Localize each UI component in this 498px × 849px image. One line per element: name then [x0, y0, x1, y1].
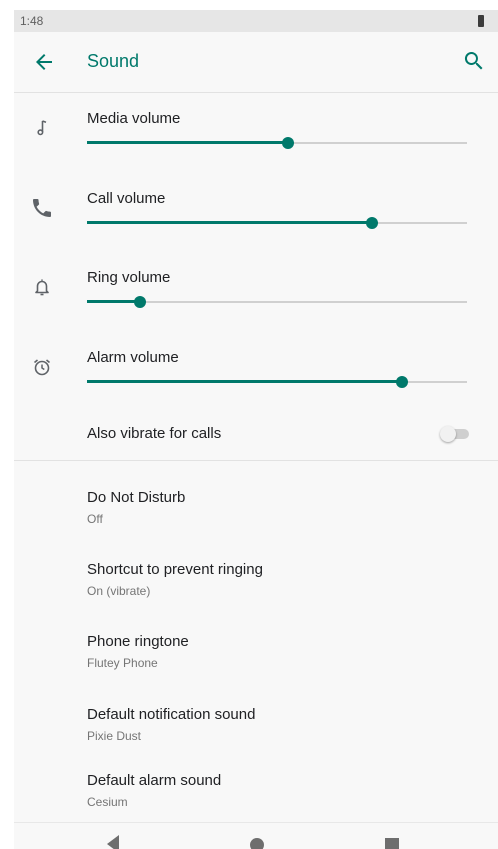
battery-icon: [478, 15, 484, 27]
vibrate-toggle[interactable]: [440, 426, 470, 442]
search-icon[interactable]: [462, 49, 486, 73]
item-title: Default notification sound: [87, 706, 256, 723]
slider-fill: [87, 141, 289, 144]
item-title: Shortcut to prevent ringing: [87, 561, 263, 578]
page-title: Sound: [87, 51, 140, 71]
vibrate-for-calls-label: Also vibrate for calls: [87, 425, 222, 442]
slider-thumb[interactable]: [396, 376, 409, 388]
status-time: 1:48: [20, 14, 44, 28]
item-subtitle: Flutey Phone: [87, 656, 158, 670]
ring-volume-label: Ring volume: [87, 269, 171, 286]
item-subtitle: Cesium: [87, 795, 128, 809]
media-volume-label: Media volume: [87, 110, 181, 127]
call-volume-slider[interactable]: [87, 215, 467, 231]
do-not-disturb-item[interactable]: Do Not Disturb Off: [14, 470, 498, 542]
item-subtitle: Pixie Dust: [87, 729, 142, 743]
item-subtitle: On (vibrate): [87, 584, 151, 598]
slider-fill: [87, 300, 141, 303]
media-volume-row: Media volume: [14, 92, 498, 170]
alarm-volume-label: Alarm volume: [87, 349, 179, 366]
media-volume-slider[interactable]: [87, 135, 467, 151]
arrow-left-icon[interactable]: [32, 50, 56, 74]
nav-back-icon[interactable]: [107, 835, 119, 849]
status-bar: 1:48: [14, 10, 498, 32]
slider-fill: [87, 221, 372, 224]
bell-icon: [30, 275, 54, 299]
sound-settings-screen: 1:48 Sound Media volume Call volume Ring…: [14, 10, 498, 849]
item-title: Do Not Disturb: [87, 489, 186, 506]
item-subtitle: Off: [87, 512, 103, 526]
navigation-bar: [14, 822, 498, 849]
app-bar: Sound: [14, 32, 498, 93]
nav-home-icon[interactable]: [250, 838, 264, 849]
slider-thumb[interactable]: [134, 296, 147, 308]
music-note-icon: [30, 116, 54, 140]
alarm-clock-icon: [30, 355, 54, 379]
ring-volume-slider[interactable]: [87, 294, 467, 310]
slider-fill: [87, 380, 403, 383]
item-title: Default alarm sound: [87, 772, 222, 789]
alarm-volume-slider[interactable]: [87, 374, 467, 390]
nav-recents-icon[interactable]: [385, 838, 399, 849]
notification-sound-item[interactable]: Default notification sound Pixie Dust: [14, 687, 498, 759]
item-title: Phone ringtone: [87, 633, 189, 650]
toggle-knob: [440, 426, 456, 442]
slider-thumb[interactable]: [366, 217, 378, 229]
prevent-ringing-item[interactable]: Shortcut to prevent ringing On (vibrate): [14, 542, 498, 614]
call-volume-row: Call volume: [14, 172, 498, 250]
alarm-volume-row: Alarm volume: [14, 331, 498, 409]
slider-thumb[interactable]: [282, 137, 295, 149]
ring-volume-row: Ring volume: [14, 251, 498, 329]
call-volume-label: Call volume: [87, 190, 166, 207]
phone-ringtone-item[interactable]: Phone ringtone Flutey Phone: [14, 614, 498, 686]
phone-icon: [30, 196, 54, 220]
vibrate-for-calls-row[interactable]: Also vibrate for calls: [14, 410, 498, 461]
alarm-sound-item[interactable]: Default alarm sound Cesium: [14, 753, 498, 825]
